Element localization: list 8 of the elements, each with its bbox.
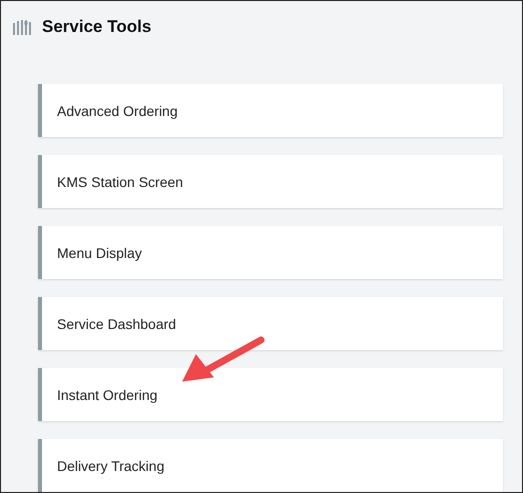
tool-card[interactable]: Advanced Ordering (38, 84, 503, 137)
utensils-icon (12, 19, 32, 35)
page-title: Service Tools (42, 17, 152, 37)
tool-card[interactable]: Instant Ordering (38, 368, 503, 421)
tool-card[interactable]: KMS Station Screen (38, 155, 503, 208)
tool-card[interactable]: Service Dashboard (38, 297, 503, 350)
tool-card[interactable]: Menu Display (38, 226, 503, 279)
tool-card[interactable]: Delivery Tracking (38, 439, 503, 492)
